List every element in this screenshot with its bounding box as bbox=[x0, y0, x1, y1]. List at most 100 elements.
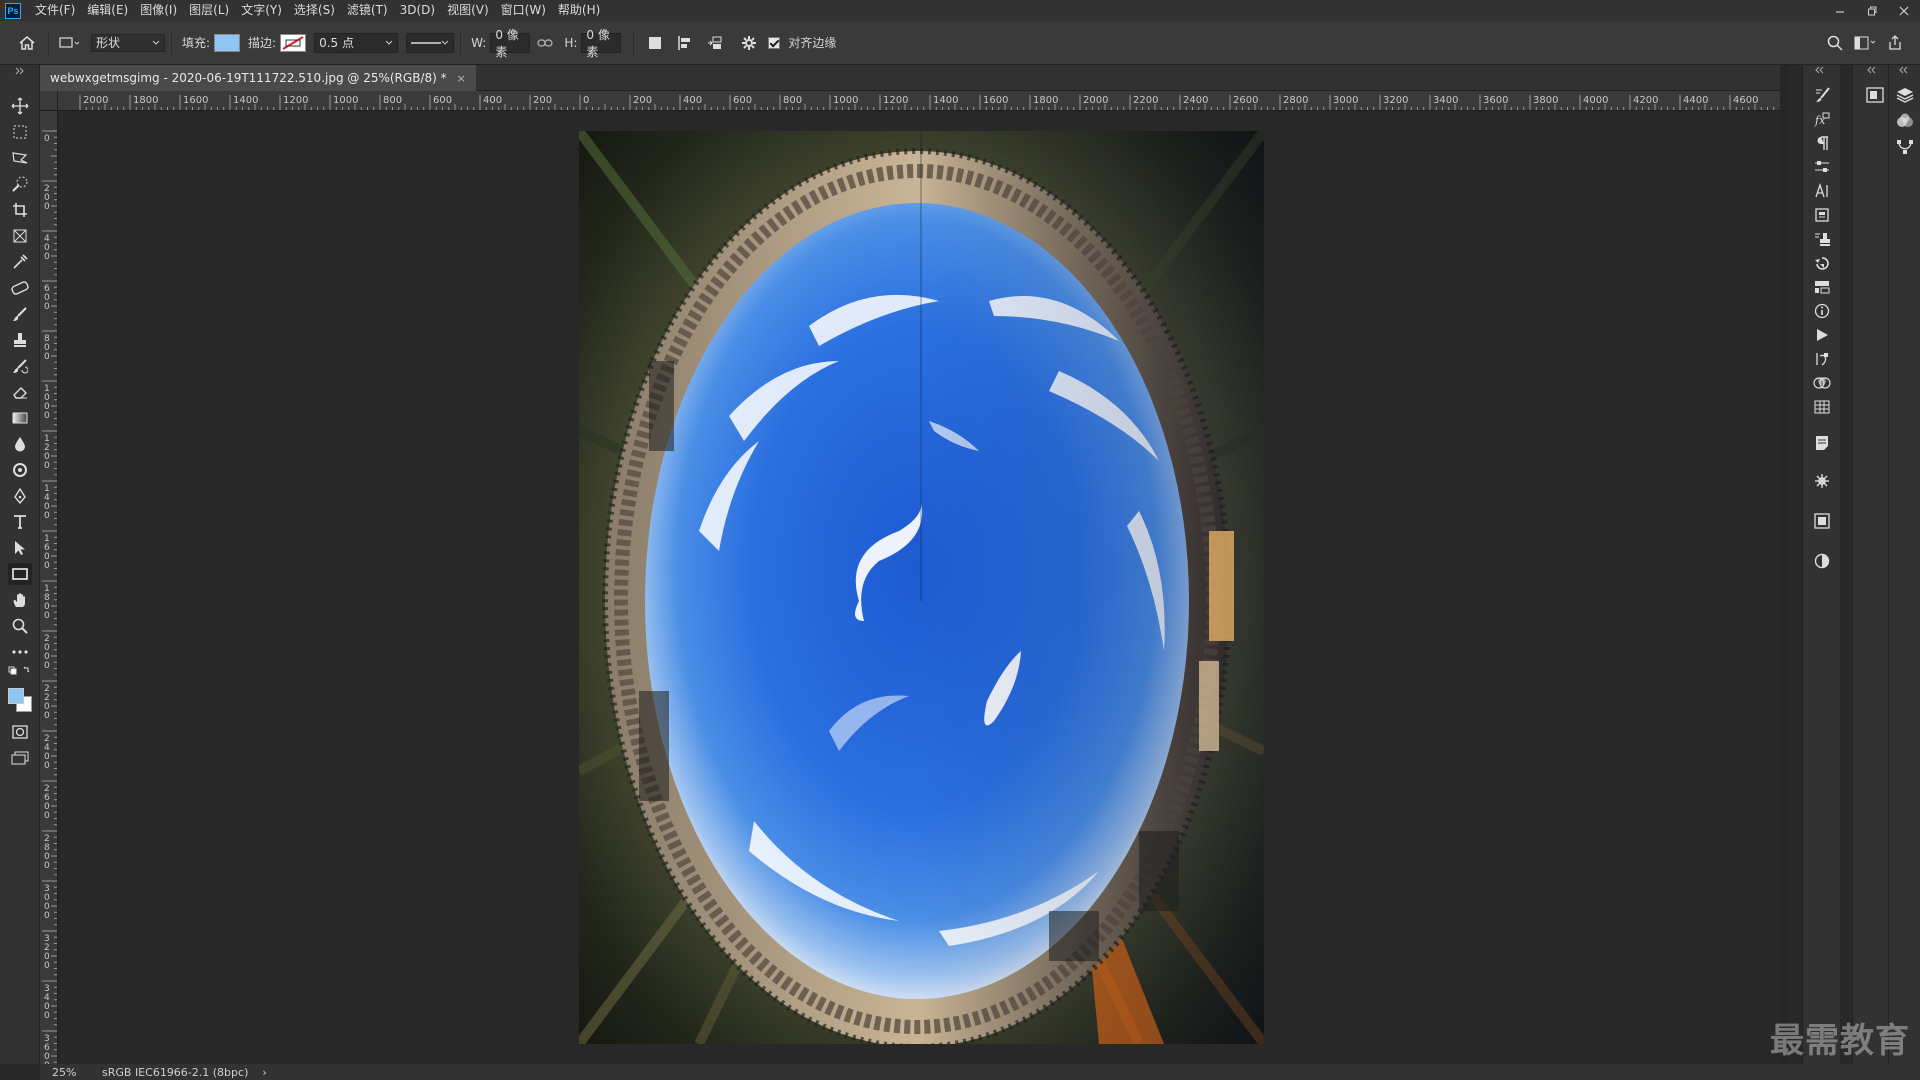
fill-color-swatch[interactable] bbox=[214, 33, 241, 52]
stroke-color-swatch[interactable] bbox=[280, 33, 307, 52]
menu-edit[interactable]: 编辑(E) bbox=[81, 0, 134, 21]
history-brush-tool-icon[interactable] bbox=[8, 355, 32, 377]
paths-icon[interactable] bbox=[1812, 349, 1832, 369]
menu-3d[interactable]: 3D(D) bbox=[394, 0, 441, 21]
info-icon[interactable] bbox=[1812, 301, 1832, 321]
marquee-tool-icon[interactable] bbox=[8, 121, 32, 143]
scroll-strip[interactable] bbox=[1780, 65, 1788, 1064]
notes-icon[interactable] bbox=[1812, 433, 1832, 453]
gradient-tool-icon[interactable] bbox=[8, 407, 32, 429]
width-input[interactable]: 0 像素 bbox=[490, 28, 531, 59]
eyedropper-tool-icon[interactable] bbox=[8, 251, 32, 273]
brush-tool-icon[interactable] bbox=[8, 303, 32, 325]
hand-tool-icon[interactable] bbox=[8, 589, 32, 611]
restore-icon[interactable] bbox=[1856, 0, 1888, 21]
collapse-dock-icon[interactable] bbox=[1859, 65, 1889, 75]
styles-icon[interactable]: fx bbox=[1812, 109, 1832, 129]
collapse-dock-icon[interactable] bbox=[1891, 65, 1919, 75]
menu-file[interactable]: 文件(F) bbox=[29, 0, 81, 21]
menu-filter[interactable]: 滤镜(T) bbox=[341, 0, 394, 21]
ruler-corner[interactable] bbox=[40, 91, 58, 111]
menu-layer[interactable]: 图层(L) bbox=[183, 0, 235, 21]
close-tab-icon[interactable]: × bbox=[457, 72, 466, 85]
ruler-label: 0 bbox=[44, 811, 50, 821]
height-input[interactable]: 0 像素 bbox=[581, 28, 622, 59]
screen-mode-icon[interactable] bbox=[8, 747, 32, 769]
align-edges-checkbox[interactable] bbox=[768, 36, 781, 49]
layers-icon[interactable] bbox=[1895, 85, 1915, 105]
path-selection-tool-icon[interactable] bbox=[8, 537, 32, 559]
frame-tool-icon[interactable] bbox=[8, 225, 32, 247]
eraser-tool-icon[interactable] bbox=[8, 381, 32, 403]
horizontal-ruler[interactable]: 2000 1800 1600 1400 1200 1000 800 600 400 200 0 200… bbox=[58, 91, 1780, 111]
search-icon[interactable] bbox=[1824, 32, 1846, 54]
vertical-ruler[interactable]: 0200400600800100012001400160018002000220… bbox=[40, 111, 58, 1064]
dodge-tool-icon[interactable] bbox=[8, 459, 32, 481]
default-colors-icon[interactable] bbox=[8, 665, 32, 677]
quick-mask-icon[interactable] bbox=[8, 721, 32, 743]
channels-icon[interactable] bbox=[1812, 373, 1832, 393]
channels-panel-icon[interactable] bbox=[1895, 111, 1915, 131]
stroke-type-select[interactable] bbox=[406, 32, 455, 53]
paths-panel-icon[interactable] bbox=[1895, 137, 1915, 157]
document-image[interactable] bbox=[579, 131, 1264, 1044]
lasso-tool-icon[interactable] bbox=[8, 147, 32, 169]
photoshop-logo-icon[interactable]: Ps bbox=[5, 2, 21, 19]
blur-tool-icon[interactable] bbox=[8, 433, 32, 455]
properties-icon[interactable] bbox=[1812, 551, 1832, 571]
healing-brush-tool-icon[interactable] bbox=[8, 277, 32, 299]
character-icon[interactable] bbox=[1812, 181, 1832, 201]
zoom-level[interactable]: 25% bbox=[40, 1066, 92, 1079]
menu-view[interactable]: 视图(V) bbox=[441, 0, 495, 21]
pen-tool-icon[interactable] bbox=[8, 485, 32, 507]
zoom-tool-icon[interactable] bbox=[8, 615, 32, 637]
tool-presets-icon[interactable] bbox=[1812, 277, 1832, 297]
foreground-color-swatch[interactable] bbox=[8, 688, 24, 704]
color-panel-icon[interactable] bbox=[1865, 85, 1885, 105]
path-operations-icon[interactable] bbox=[644, 32, 666, 54]
color-profile: sRGB IEC61966-2.1 (8bpc) bbox=[102, 1065, 249, 1079]
crop-tool-icon[interactable] bbox=[8, 199, 32, 221]
tool-preset-icon[interactable] bbox=[59, 32, 81, 54]
clone-stamp-tool-icon[interactable] bbox=[8, 329, 32, 351]
more-tools-icon[interactable] bbox=[8, 641, 32, 663]
navigator-icon[interactable] bbox=[1812, 471, 1832, 491]
collapse-dock-icon[interactable] bbox=[1807, 65, 1837, 75]
ruler-label: 0 bbox=[44, 961, 50, 971]
stroke-width-select[interactable]: 0.5 点 bbox=[314, 32, 399, 53]
actions-play-icon[interactable] bbox=[1812, 325, 1832, 345]
document-tab[interactable]: webwxgetmsgimg - 2020-06-19T111722.510.j… bbox=[40, 65, 476, 91]
menu-image[interactable]: 图像(I) bbox=[134, 0, 183, 21]
status-menu-arrow[interactable]: › bbox=[262, 1066, 266, 1079]
menu-window[interactable]: 窗口(W) bbox=[495, 0, 552, 21]
gear-icon[interactable] bbox=[738, 32, 760, 54]
height-label: H: bbox=[564, 35, 578, 50]
shape-mode-value: 形状 bbox=[96, 36, 121, 50]
path-arrangement-icon[interactable] bbox=[704, 32, 726, 54]
workspace-icon[interactable] bbox=[1854, 32, 1876, 54]
expand-panel-icon[interactable] bbox=[8, 65, 32, 77]
minimize-icon[interactable] bbox=[1824, 0, 1856, 21]
home-icon[interactable] bbox=[16, 32, 38, 54]
shape-mode-select[interactable]: 形状 bbox=[91, 33, 165, 52]
share-icon[interactable] bbox=[1884, 32, 1906, 54]
menu-help[interactable]: 帮助(H) bbox=[552, 0, 606, 21]
paragraph-icon[interactable] bbox=[1812, 133, 1832, 153]
link-icon[interactable] bbox=[534, 32, 556, 54]
move-tool-icon[interactable] bbox=[8, 95, 32, 117]
table-grid-icon[interactable] bbox=[1812, 397, 1832, 417]
quick-selection-tool-icon[interactable] bbox=[8, 173, 32, 195]
glyphs-icon[interactable] bbox=[1812, 205, 1832, 225]
menu-type[interactable]: 文字(Y) bbox=[235, 0, 288, 21]
rectangle-tool-icon[interactable] bbox=[8, 563, 32, 585]
type-tool-icon[interactable] bbox=[8, 511, 32, 533]
history-icon[interactable] bbox=[1812, 253, 1832, 273]
clone-source-icon[interactable] bbox=[1812, 229, 1832, 249]
libraries-icon[interactable] bbox=[1812, 511, 1832, 531]
ruler-label: 1000 bbox=[333, 95, 358, 106]
path-alignment-icon[interactable] bbox=[674, 32, 696, 54]
brush-settings-icon[interactable] bbox=[1812, 85, 1832, 105]
menu-select[interactable]: 选择(S) bbox=[288, 0, 341, 21]
adjustments-icon[interactable] bbox=[1812, 157, 1832, 177]
close-icon[interactable] bbox=[1888, 0, 1920, 21]
